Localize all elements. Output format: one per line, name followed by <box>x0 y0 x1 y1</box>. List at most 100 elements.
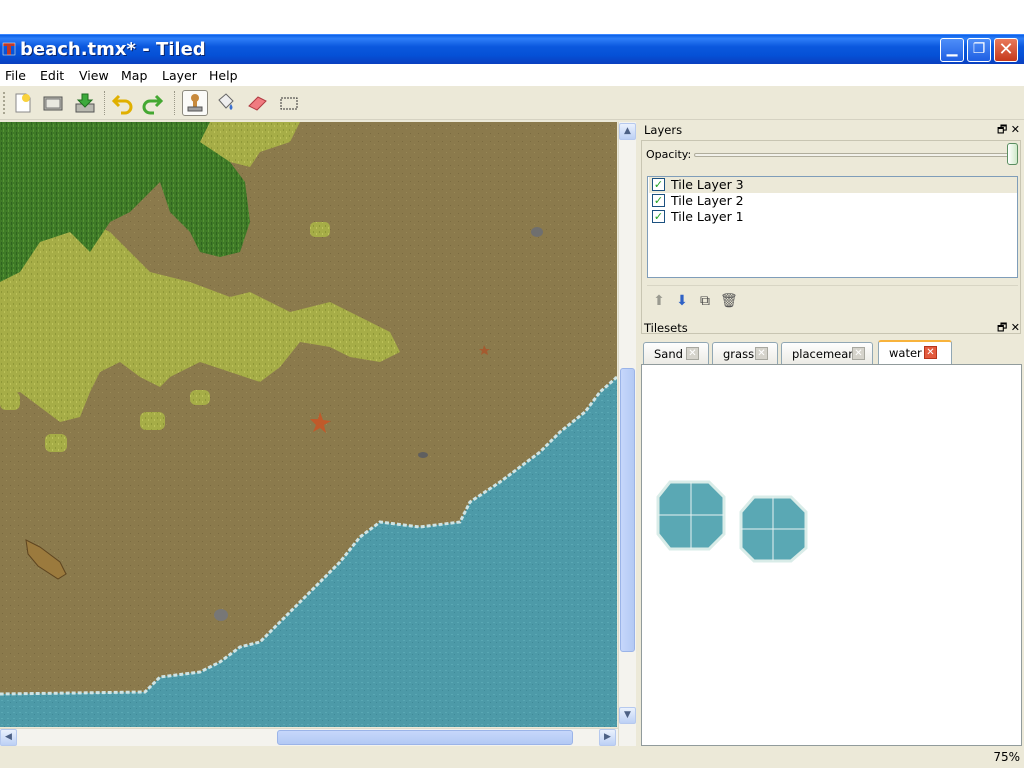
eraser-button[interactable] <box>244 90 270 116</box>
layer-visibility-checkbox[interactable]: ✓ <box>652 194 665 207</box>
opacity-label: Opacity: <box>646 148 692 161</box>
zoom-level: 75% <box>993 750 1020 764</box>
tab-label: grass <box>723 347 755 361</box>
tilesets-panel-title: Tilesets <box>644 321 688 335</box>
redo-icon <box>142 94 164 115</box>
layers-panel-header: Layers 🗗 ✕ <box>641 122 1024 140</box>
undo-icon <box>111 94 133 115</box>
layer-name: Tile Layer 3 <box>671 177 744 192</box>
tilesets-panel-buttons: 🗗 ✕ <box>997 320 1020 336</box>
delete-icon[interactable]: 🗑 <box>720 293 738 309</box>
tab-placemeant[interactable]: placemeant ✕ <box>781 342 873 364</box>
tab-sand[interactable]: Sand ✕ <box>643 342 709 364</box>
stamp-brush-icon <box>187 94 203 112</box>
status-bar: 75% <box>0 746 1024 768</box>
chevron-up-icon: ▲ <box>624 126 631 136</box>
close-tab-icon[interactable]: ✕ <box>755 347 768 360</box>
rectangle-select-button[interactable] <box>276 90 302 116</box>
close-icon[interactable]: ✕ <box>1011 321 1020 334</box>
tileset-tabs: Sand ✕ grass ✕ placemeant ✕ water ✕ <box>641 340 1024 365</box>
chevron-down-icon: ▼ <box>624 710 631 720</box>
move-up-icon[interactable]: ⬆ <box>651 293 667 309</box>
layer-row-3[interactable]: ✓ Tile Layer 3 <box>649 177 1017 193</box>
chevron-left-icon: ◀ <box>5 732 12 742</box>
scroll-left-button[interactable]: ◀ <box>0 729 17 746</box>
menu-file[interactable]: File <box>5 68 26 83</box>
eraser-icon <box>248 96 267 111</box>
tab-grass[interactable]: grass ✕ <box>712 342 778 364</box>
close-button[interactable]: ✕ <box>994 38 1018 62</box>
stamp-brush-button[interactable] <box>182 90 208 116</box>
tab-label: placemeant <box>792 347 861 361</box>
minimize-icon: ▁ <box>946 41 958 57</box>
layer-name: Tile Layer 1 <box>671 209 744 224</box>
close-icon[interactable]: ✕ <box>1011 123 1020 136</box>
layer-list: ✓ Tile Layer 3 ✓ Tile Layer 2 ✓ Tile Lay… <box>647 176 1018 278</box>
scroll-right-button[interactable]: ▶ <box>599 729 616 746</box>
tab-label: water <box>889 346 922 360</box>
save-map-button[interactable] <box>72 90 98 116</box>
tab-water[interactable]: water ✕ <box>878 340 952 365</box>
float-icon[interactable]: 🗗 <box>997 321 1007 334</box>
rectangle-select-icon <box>280 97 298 110</box>
tileset-view[interactable] <box>641 364 1022 746</box>
scroll-down-button[interactable]: ▼ <box>619 707 636 724</box>
water-tileset-tiles <box>656 480 808 563</box>
opacity-slider-handle[interactable] <box>1007 143 1018 165</box>
app-window: beach.tmx* - Tiled ▁ ❐ ✕ File Edit View … <box>0 34 1024 768</box>
layers-panel-buttons: 🗗 ✕ <box>997 122 1020 138</box>
close-icon: ✕ <box>998 39 1014 60</box>
tab-label: Sand <box>654 347 683 361</box>
window-title: beach.tmx* - Tiled <box>20 39 206 60</box>
layer-row-1[interactable]: ✓ Tile Layer 1 <box>649 209 1017 225</box>
layer-visibility-checkbox[interactable]: ✓ <box>652 178 665 191</box>
layer-tools: ⬆ ⬇ ⧉ 🗑 <box>647 285 1018 315</box>
duplicate-icon[interactable]: ⧉ <box>697 293 713 309</box>
close-tab-icon[interactable]: ✕ <box>852 347 865 360</box>
bucket-fill-icon <box>218 93 234 110</box>
menu-view[interactable]: View <box>79 68 109 83</box>
toolbar-separator <box>104 91 106 115</box>
opacity-slider[interactable] <box>694 153 1012 157</box>
move-down-icon[interactable]: ⬇ <box>674 293 690 309</box>
layer-visibility-checkbox[interactable]: ✓ <box>652 210 665 223</box>
map-horizontal-scrollbar[interactable]: ◀ ▶ <box>0 728 618 746</box>
undo-button[interactable] <box>110 90 136 116</box>
tilesets-panel-header: Tilesets 🗗 ✕ <box>641 320 1024 338</box>
toolbar-grip[interactable] <box>3 92 6 114</box>
float-icon[interactable]: 🗗 <box>997 123 1007 136</box>
map-tiles <box>0 122 617 727</box>
title-bar[interactable]: beach.tmx* - Tiled ▁ ❐ ✕ <box>0 34 1024 64</box>
vertical-scroll-thumb[interactable] <box>620 368 635 652</box>
new-icon <box>15 93 31 113</box>
restore-button[interactable]: ❐ <box>967 38 991 62</box>
chevron-right-icon: ▶ <box>604 732 611 742</box>
open-map-button[interactable] <box>40 90 66 116</box>
layer-name: Tile Layer 2 <box>671 193 744 208</box>
save-icon <box>75 93 95 113</box>
layers-panel: Opacity: ✓ Tile Layer 3 ✓ Tile Layer 2 ✓… <box>641 140 1021 334</box>
horizontal-scroll-thumb[interactable] <box>277 730 573 745</box>
menu-map[interactable]: Map <box>121 68 147 83</box>
redo-button[interactable] <box>139 90 165 116</box>
tiled-app-icon <box>2 42 16 56</box>
map-vertical-scrollbar[interactable]: ▲ ▼ <box>618 122 636 759</box>
close-tab-icon[interactable]: ✕ <box>924 346 937 359</box>
menu-edit[interactable]: Edit <box>40 68 64 83</box>
menu-layer[interactable]: Layer <box>162 68 197 83</box>
scroll-up-button[interactable]: ▲ <box>619 123 636 140</box>
tile-group-left <box>656 480 726 551</box>
bucket-fill-button[interactable] <box>213 90 239 116</box>
restore-icon: ❐ <box>972 41 986 57</box>
layers-panel-title: Layers <box>644 123 683 137</box>
tile-group-right <box>739 495 808 563</box>
new-map-button[interactable] <box>10 90 36 116</box>
toolbar-separator <box>174 91 176 115</box>
map-canvas[interactable] <box>0 122 617 727</box>
menu-help[interactable]: Help <box>209 68 238 83</box>
layer-row-2[interactable]: ✓ Tile Layer 2 <box>649 193 1017 209</box>
close-tab-icon[interactable]: ✕ <box>686 347 699 360</box>
menu-bar: File Edit View Map Layer Help <box>0 64 1024 86</box>
open-icon <box>43 96 63 111</box>
minimize-button[interactable]: ▁ <box>940 38 964 62</box>
